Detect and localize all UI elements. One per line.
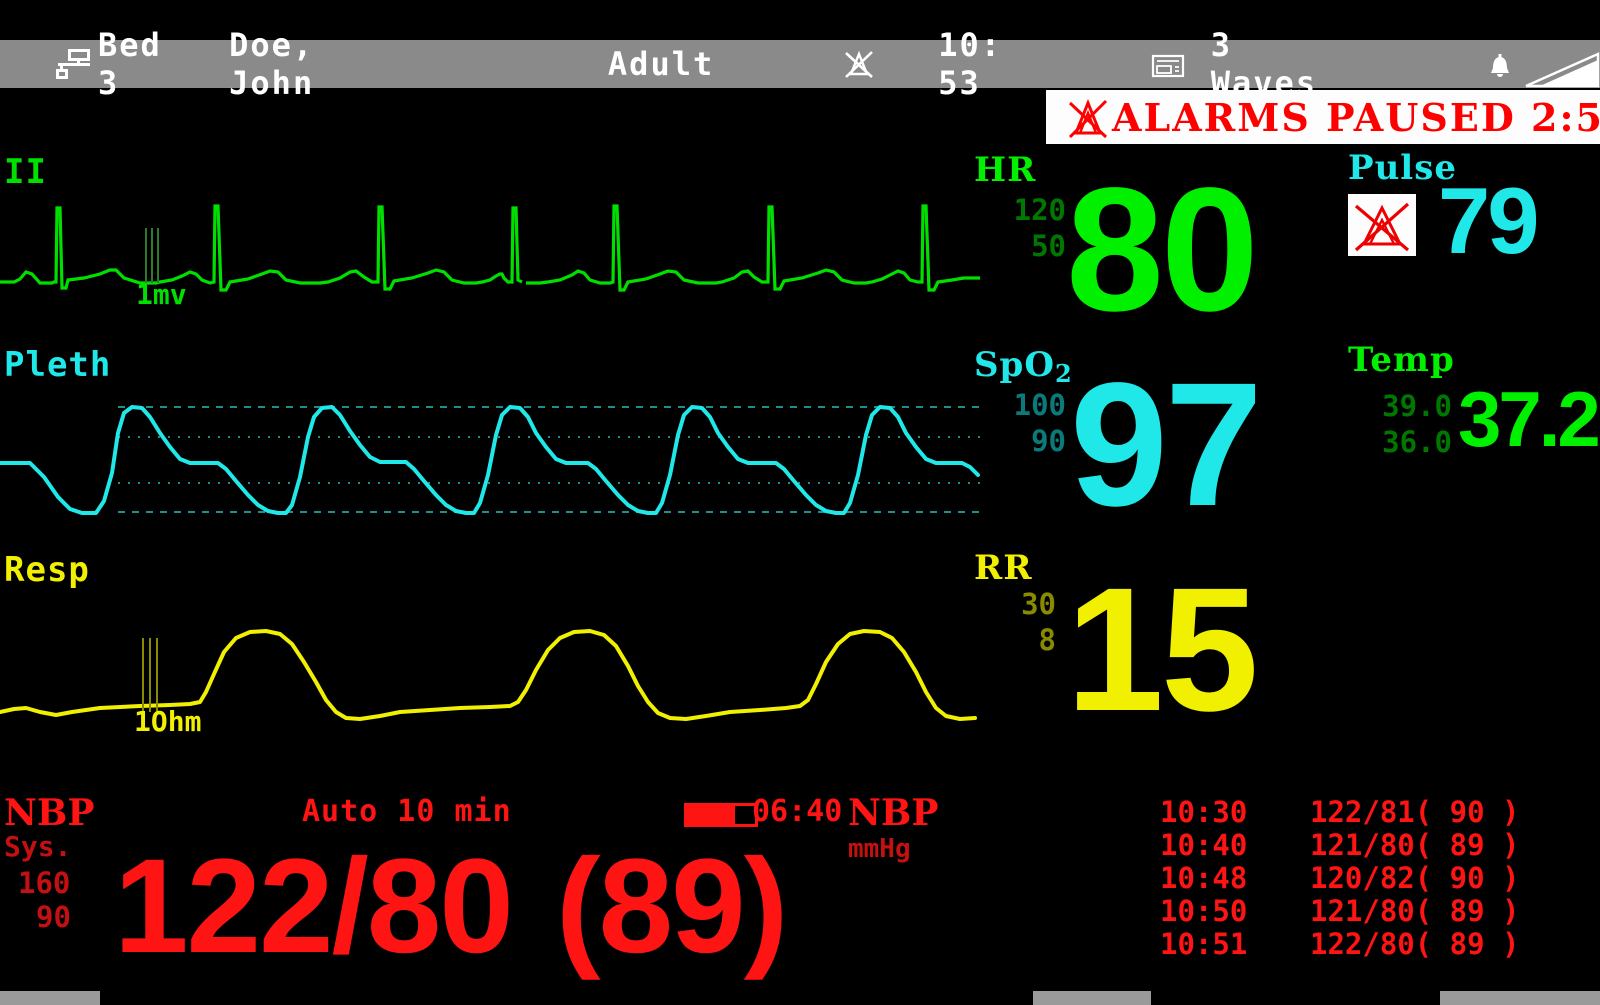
nbp-limit-low: 90 <box>36 900 71 934</box>
alarms-paused-banner[interactable]: ALARMS PAUSED 2:59 <box>1046 90 1600 144</box>
param-hr-label: HR <box>974 150 1037 190</box>
volume-ramp-icon <box>1524 52 1600 88</box>
bell-icon <box>1488 52 1512 80</box>
nbp-history-value: 122/81( 90 ) <box>1310 794 1520 829</box>
nbp-history-row: 10:48 120/82( 90 ) <box>1160 860 1520 895</box>
param-hr[interactable]: HR 120 50 80 <box>974 150 1259 338</box>
nbp-history-value: 121/80( 89 ) <box>1310 827 1520 862</box>
param-pulse[interactable]: Pulse 79 <box>1348 148 1540 268</box>
nbp-history-value: 121/80( 89 ) <box>1310 893 1520 928</box>
softkey-center-fragment[interactable] <box>1033 991 1151 1005</box>
nbp-history-row: 10:50 121/80( 89 ) <box>1160 893 1520 928</box>
param-rr-high: 30 <box>1021 587 1056 621</box>
nbp-mode-label[interactable]: Auto 10 min <box>302 794 512 829</box>
softkey-left-fragment[interactable] <box>0 991 100 1005</box>
nbp-history-table[interactable]: 10:30 122/81( 90 ) 10:40 121/80( 89 ) 10:48 1… <box>1160 794 1520 961</box>
nbp-history-time: 10:50 <box>1160 893 1248 928</box>
param-rr-label: RR <box>974 548 1033 588</box>
param-temp-label: Temp <box>1348 340 1455 380</box>
nbp-countdown: 06:40 <box>752 794 843 829</box>
param-rr-low: 8 <box>1038 623 1056 657</box>
param-spo2-high: 100 <box>1013 388 1066 422</box>
param-spo2-low: 90 <box>1031 424 1066 458</box>
nbp-progress-bar <box>684 803 758 827</box>
nbp-history-time: 10:51 <box>1160 926 1248 961</box>
clock: 10: 53 <box>938 26 1003 102</box>
param-spo2-value: 97 <box>1070 347 1263 543</box>
nbp-history-time: 10:30 <box>1160 794 1248 829</box>
nbp-history-row: 10:40 121/80( 89 ) <box>1160 827 1520 862</box>
pulse-alarm-off-icon[interactable] <box>1348 194 1416 256</box>
param-hr-low: 50 <box>1031 229 1066 263</box>
param-temp-high: 39.0 <box>1382 389 1452 423</box>
param-hr-limits[interactable]: 120 50 <box>988 192 1066 264</box>
recorder-icon[interactable] <box>1149 40 1189 88</box>
alarm-banner-text: ALARMS PAUSED 2:59 <box>1112 94 1600 140</box>
param-temp-low: 36.0 <box>1382 425 1452 459</box>
alarm-silenced-icon[interactable] <box>842 40 876 88</box>
nbp-unit: mmHg <box>848 834 911 864</box>
nbp-label: NBP <box>4 792 95 834</box>
nbp-history-row: 10:30 122/81( 90 ) <box>1160 794 1520 829</box>
waveform-label-pleth[interactable]: Pleth <box>4 345 111 385</box>
param-hr-value: 80 <box>1066 152 1259 348</box>
param-rr[interactable]: RR 30 8 15 <box>974 548 1259 738</box>
nbp-section[interactable]: NBP Sys. 160 90 Auto 10 min 06:40 NBP mm… <box>0 780 1000 1005</box>
param-hr-high: 120 <box>1013 193 1066 227</box>
nbp-history-time: 10:48 <box>1160 860 1248 895</box>
param-spo2-limits[interactable]: 100 90 <box>976 387 1066 459</box>
param-pulse-value: 79 <box>1438 168 1540 273</box>
alarm-volume-control[interactable] <box>1488 40 1600 88</box>
nbp-sys-label: Sys. <box>4 830 72 863</box>
nbp-mean: (89) <box>556 832 788 981</box>
patient-name[interactable]: Doe, John <box>229 26 380 102</box>
nbp-unit-title: NBP <box>848 792 939 834</box>
param-temp-value: 37.2 <box>1458 375 1600 463</box>
pleth-waveform <box>0 405 980 515</box>
softkey-right-fragment[interactable] <box>1440 991 1600 1005</box>
ecg-calibration-label: 1mv <box>136 278 187 311</box>
patient-monitor-screen: Bed 3 Doe, John Adult 10: 53 3 Waves ALA… <box>0 0 1600 1005</box>
top-status-bar: Bed 3 Doe, John Adult 10: 53 3 Waves <box>0 26 1600 102</box>
waveform-label-resp[interactable]: Resp <box>4 550 90 590</box>
param-rr-value: 15 <box>1066 552 1259 748</box>
nbp-history-value: 120/82( 90 ) <box>1310 860 1520 895</box>
param-temp-limits[interactable]: 39.0 36.0 <box>1348 388 1452 460</box>
nbp-progress-fill <box>687 806 735 824</box>
param-spo2[interactable]: SpO2 100 90 97 <box>974 345 1263 533</box>
wave-count-label[interactable]: 3 Waves <box>1211 26 1328 102</box>
nbp-history-time: 10:40 <box>1160 827 1248 862</box>
nbp-history-row: 10:51 122/80( 89 ) <box>1160 926 1520 961</box>
network-icon <box>56 49 90 79</box>
resp-calibration-label: 1Ohm <box>134 705 202 738</box>
patient-type[interactable]: Adult <box>608 40 714 88</box>
bed-label: Bed 3 <box>97 26 162 102</box>
nbp-value: 122/80 <box>114 832 514 981</box>
nbp-history-value: 122/80( 89 ) <box>1310 926 1520 961</box>
nbp-limit-high: 160 <box>18 866 71 900</box>
param-spo2-label-text: SpO <box>974 345 1055 385</box>
param-rr-limits[interactable]: 30 8 <box>984 586 1056 658</box>
bed-section[interactable]: Bed 3 <box>56 26 179 102</box>
param-spo2-label: SpO2 <box>974 345 1073 388</box>
alarm-paused-icon <box>1066 95 1110 139</box>
param-temp[interactable]: Temp 39.0 36.0 37.2 <box>1348 340 1600 459</box>
